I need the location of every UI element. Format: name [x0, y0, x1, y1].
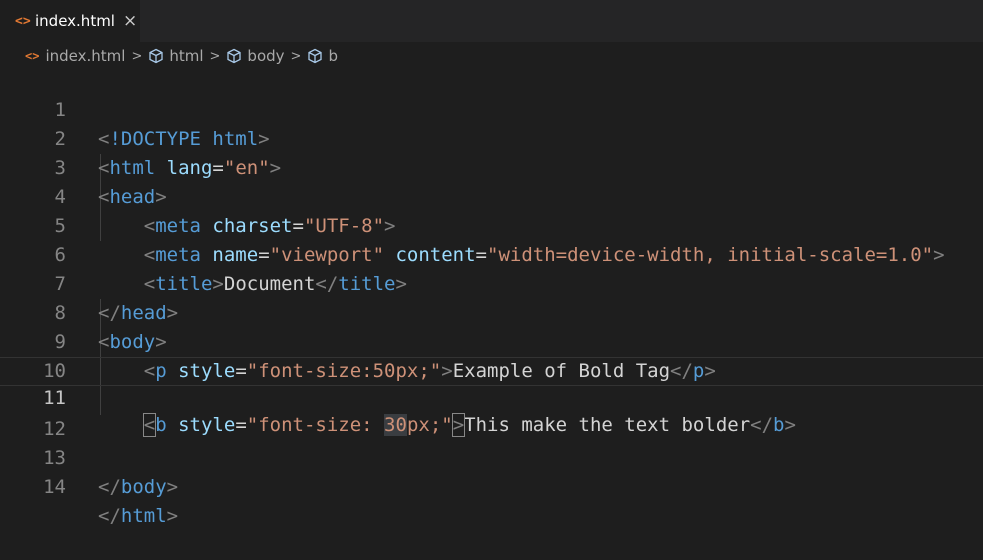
code-line[interactable]: 14 </html> [0, 444, 983, 527]
breadcrumb-item-label: html [169, 47, 204, 65]
code-line-current[interactable]: 11 <b style="font-size: 30px;">This make… [0, 357, 983, 437]
line-number: 14 [43, 476, 66, 498]
chevron-right-icon: > [290, 48, 302, 64]
breadcrumb-file-label: index.html [45, 47, 126, 65]
breadcrumb-file[interactable]: <> index.html [25, 47, 125, 65]
code-line[interactable]: 4 <meta charset="UTF-8"> [0, 154, 983, 237]
tab-label: index.html [35, 12, 115, 30]
breadcrumb-item-html[interactable]: html [148, 47, 204, 65]
code-line[interactable]: 1 <!DOCTYPE html> [0, 67, 983, 150]
symbol-cube-icon [227, 48, 242, 64]
html-file-icon: <> [15, 13, 31, 29]
chevron-right-icon: > [131, 48, 143, 64]
symbol-cube-icon [308, 48, 323, 64]
code-line[interactable]: 13 </body> [0, 415, 983, 498]
code-line[interactable]: 5 <meta name="viewport" content="width=d… [0, 183, 983, 266]
code-line[interactable]: 6 <title>Document</title> [0, 212, 983, 295]
symbol-cube-icon [149, 48, 163, 64]
tab-bar: <> index.html × [0, 0, 983, 42]
breadcrumb-item-label: b [328, 47, 338, 65]
code-line[interactable]: 10 [0, 328, 983, 382]
code-line[interactable]: 12 [0, 386, 983, 440]
code-line[interactable]: 7 </head> [0, 241, 983, 324]
chevron-right-icon: > [209, 48, 221, 64]
code-line[interactable]: 2 <html lang="en"> [0, 96, 983, 179]
close-icon[interactable]: × [123, 11, 137, 31]
breadcrumb-item-label: body [247, 47, 285, 65]
html-file-icon: <> [25, 49, 40, 63]
code-line[interactable]: 8 <body> [0, 270, 983, 353]
tab-index-html[interactable]: <> index.html × [0, 0, 140, 42]
code-editor[interactable]: 1 <!DOCTYPE html> 2 <html lang="en"> 3 <… [0, 67, 983, 527]
breadcrumb: <> index.html > html > body > b [0, 42, 983, 70]
breadcrumb-item-body[interactable]: body [226, 47, 285, 65]
code-line[interactable]: 3 <head> [0, 125, 983, 208]
breadcrumb-item-b[interactable]: b [307, 47, 338, 65]
code-line[interactable]: 9 <p style="font-size:50px;">Example of … [0, 299, 983, 382]
